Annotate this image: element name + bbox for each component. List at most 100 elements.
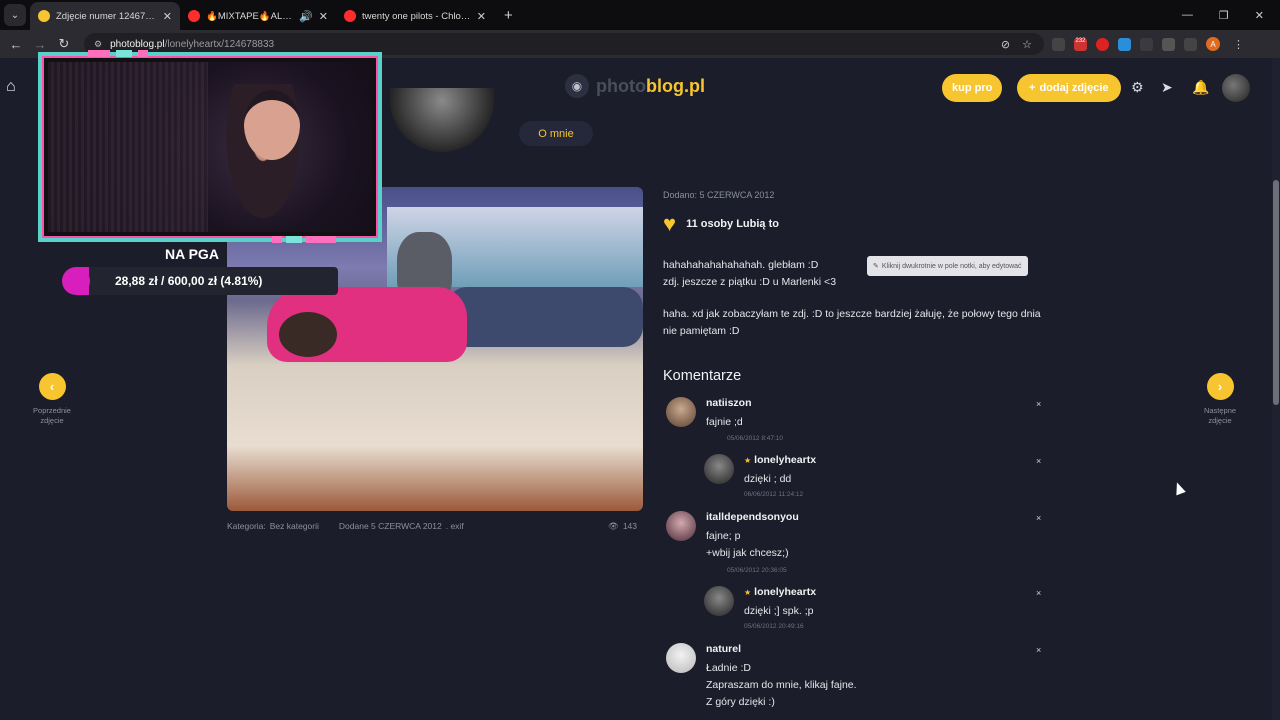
home-icon[interactable]: ⌂	[6, 78, 16, 96]
photoblog-favicon-icon	[38, 10, 50, 22]
next-photo-nav[interactable]: › Następne zdjęcie	[1190, 373, 1250, 426]
commenter-avatar[interactable]	[704, 586, 734, 616]
photo-description[interactable]: hahahahahahahahah. glebłam :D zdj. jeszc…	[663, 257, 836, 291]
reload-icon[interactable]: ↻	[52, 36, 76, 52]
prev-photo-nav[interactable]: ‹ Poprzednie zdjęcie	[22, 373, 82, 426]
add-photo-button[interactable]: + dodaj zdjęcie	[1017, 74, 1121, 102]
audio-icon[interactable]: 🔊	[299, 10, 313, 23]
url-host: photoblog.pl	[110, 38, 165, 50]
donation-goal-title: NA PGA	[165, 246, 219, 262]
commenter-avatar[interactable]	[666, 643, 696, 673]
tab-list-menu-icon[interactable]: ⌄	[4, 4, 26, 26]
chevron-left-icon[interactable]: ‹	[38, 373, 66, 400]
prev-label: zdjęcie	[40, 416, 64, 425]
delete-comment-icon[interactable]: ×	[1036, 513, 1041, 523]
profile-avatar[interactable]	[390, 88, 494, 152]
comment-text: Ładnie :D Zapraszam do mnie, klikaj fajn…	[706, 660, 857, 711]
media-controls-icon[interactable]	[1184, 37, 1197, 51]
views-count: 143	[622, 521, 637, 531]
commenter-avatar[interactable]	[704, 454, 734, 484]
page-scrollbar[interactable]	[1272, 58, 1280, 720]
webcam-background	[48, 62, 208, 232]
scrollbar-thumb[interactable]	[1273, 180, 1279, 405]
category-link[interactable]: Bez kategorii	[270, 521, 319, 532]
extension-icon[interactable]	[1096, 37, 1109, 51]
comment-text: fajnie ;d	[706, 416, 743, 428]
tab-close-icon[interactable]: ✕	[163, 10, 172, 23]
donation-goal: 28,88 zł / 600,00 zł (4.81%)	[62, 266, 342, 296]
comment-date: 06/06/2012 11:24:12	[744, 491, 804, 498]
tab-youtube-mixtape[interactable]: 🔥MIXTAPE🔥ALE TO WESE 🔊 ✕	[180, 2, 336, 30]
comment-text-line: Zapraszam do mnie, klikaj fajne.	[706, 679, 857, 691]
forward-icon[interactable]: →	[28, 37, 52, 52]
new-tab-icon[interactable]: +	[504, 7, 513, 24]
likes-row[interactable]: ♥ 11 osoby Lubią to	[663, 213, 779, 235]
eye-off-icon[interactable]: ⊘	[1001, 38, 1010, 51]
heart-icon[interactable]: ♥	[663, 213, 676, 235]
comment-date: 05/06/2012 20:36:05	[727, 567, 787, 574]
likes-count: 11 osoby Lubią to	[686, 218, 779, 230]
pencil-icon: ✎	[873, 263, 879, 270]
kup-pro-button[interactable]: kup pro	[942, 74, 1003, 102]
tab-close-icon[interactable]: ✕	[319, 10, 328, 23]
bell-icon[interactable]: 🔔	[1192, 79, 1209, 96]
tab-youtube-chlorine[interactable]: twenty one pilots - Chlorine (O ✕	[336, 2, 494, 30]
minimize-icon[interactable]: —	[1182, 9, 1193, 22]
delete-comment-icon[interactable]: ×	[1036, 588, 1041, 598]
gear-icon[interactable]: ⚙	[1131, 79, 1144, 96]
overlay-decoration	[272, 236, 282, 243]
comment-text: fajne; p +wbij jak chcesz;)	[706, 528, 789, 562]
commenter-avatar[interactable]	[666, 397, 696, 427]
comment-username[interactable]: naturel	[706, 643, 741, 655]
comment-username-text: lonelyheartx	[754, 586, 817, 598]
site-info-icon[interactable]: ⚙	[94, 39, 102, 50]
extensions-puzzle-icon[interactable]	[1162, 37, 1175, 51]
exif-link[interactable]: . exif	[446, 521, 464, 532]
photo-note[interactable]: haha. xd jak zobaczyłam te zdj. :D to je…	[663, 306, 1053, 340]
donation-goal-dot	[62, 267, 90, 295]
comment-text-line: Z góry dzięki :)	[706, 696, 775, 708]
logo-text-photo: photo	[596, 75, 646, 96]
comment-username[interactable]: italldependsonyou	[706, 511, 799, 523]
added-date: Dodano: 5 CZERWCA 2012	[663, 190, 775, 200]
photo-added-date: Dodane 5 CZERWCA 2012	[338, 521, 442, 531]
delete-comment-icon[interactable]: ×	[1036, 456, 1041, 466]
site-logo[interactable]: ◉ photo blog.pl	[565, 74, 705, 98]
profile-avatar-icon[interactable]: A	[1206, 37, 1220, 51]
close-window-icon[interactable]: ✕	[1255, 9, 1264, 22]
comment-text: dzięki ;] spk. ;p	[744, 605, 814, 617]
comment-username[interactable]: ★ lonelyheartx	[744, 586, 816, 598]
delete-comment-icon[interactable]: ×	[1036, 645, 1041, 655]
chevron-right-icon[interactable]: ›	[1206, 373, 1234, 400]
comments-heading: Komentarze	[663, 368, 742, 384]
add-photo-label: dodaj zdjęcie	[1039, 82, 1109, 94]
restore-icon[interactable]: ❐	[1219, 9, 1229, 22]
prev-label: Poprzednie	[33, 406, 71, 415]
tab-photoblog[interactable]: Zdjęcie numer 124678833 auto ✕	[30, 2, 180, 30]
tab-title: Zdjęcie numer 124678833 auto	[56, 10, 157, 22]
youtube-favicon-icon	[344, 10, 356, 22]
delete-comment-icon[interactable]: ×	[1036, 399, 1041, 409]
webcam-person-head	[244, 90, 300, 160]
send-icon[interactable]: ➤	[1161, 79, 1173, 96]
comment-text-line: fajne; p	[706, 530, 741, 542]
comment-username[interactable]: natiiszon	[706, 397, 752, 409]
user-avatar[interactable]	[1222, 74, 1250, 102]
about-me-button[interactable]: O mnie	[519, 121, 593, 146]
extension-badge-icon[interactable]: 232	[1074, 37, 1087, 51]
eye-icon: 👁	[608, 521, 619, 531]
extension-icon[interactable]	[1140, 37, 1153, 51]
back-icon[interactable]: ←	[4, 37, 28, 52]
extension-icon[interactable]	[1118, 37, 1131, 51]
browser-menu-icon[interactable]: ⋮	[1233, 38, 1244, 51]
next-label: Następne	[1203, 406, 1237, 415]
comment-username[interactable]: ★ lonelyheartx	[744, 454, 816, 466]
webcam-overlay	[38, 52, 382, 242]
overlay-decoration	[138, 50, 148, 57]
tab-close-icon[interactable]: ✕	[477, 10, 486, 23]
bookmark-star-icon[interactable]: ☆	[1022, 38, 1032, 51]
commenter-avatar[interactable]	[666, 511, 696, 541]
extension-icon[interactable]	[1052, 37, 1065, 51]
next-label: zdjęcie	[1208, 416, 1232, 425]
photo-meta: Kategoria: Bez kategorii Dodane 5 CZERWC…	[227, 521, 637, 532]
